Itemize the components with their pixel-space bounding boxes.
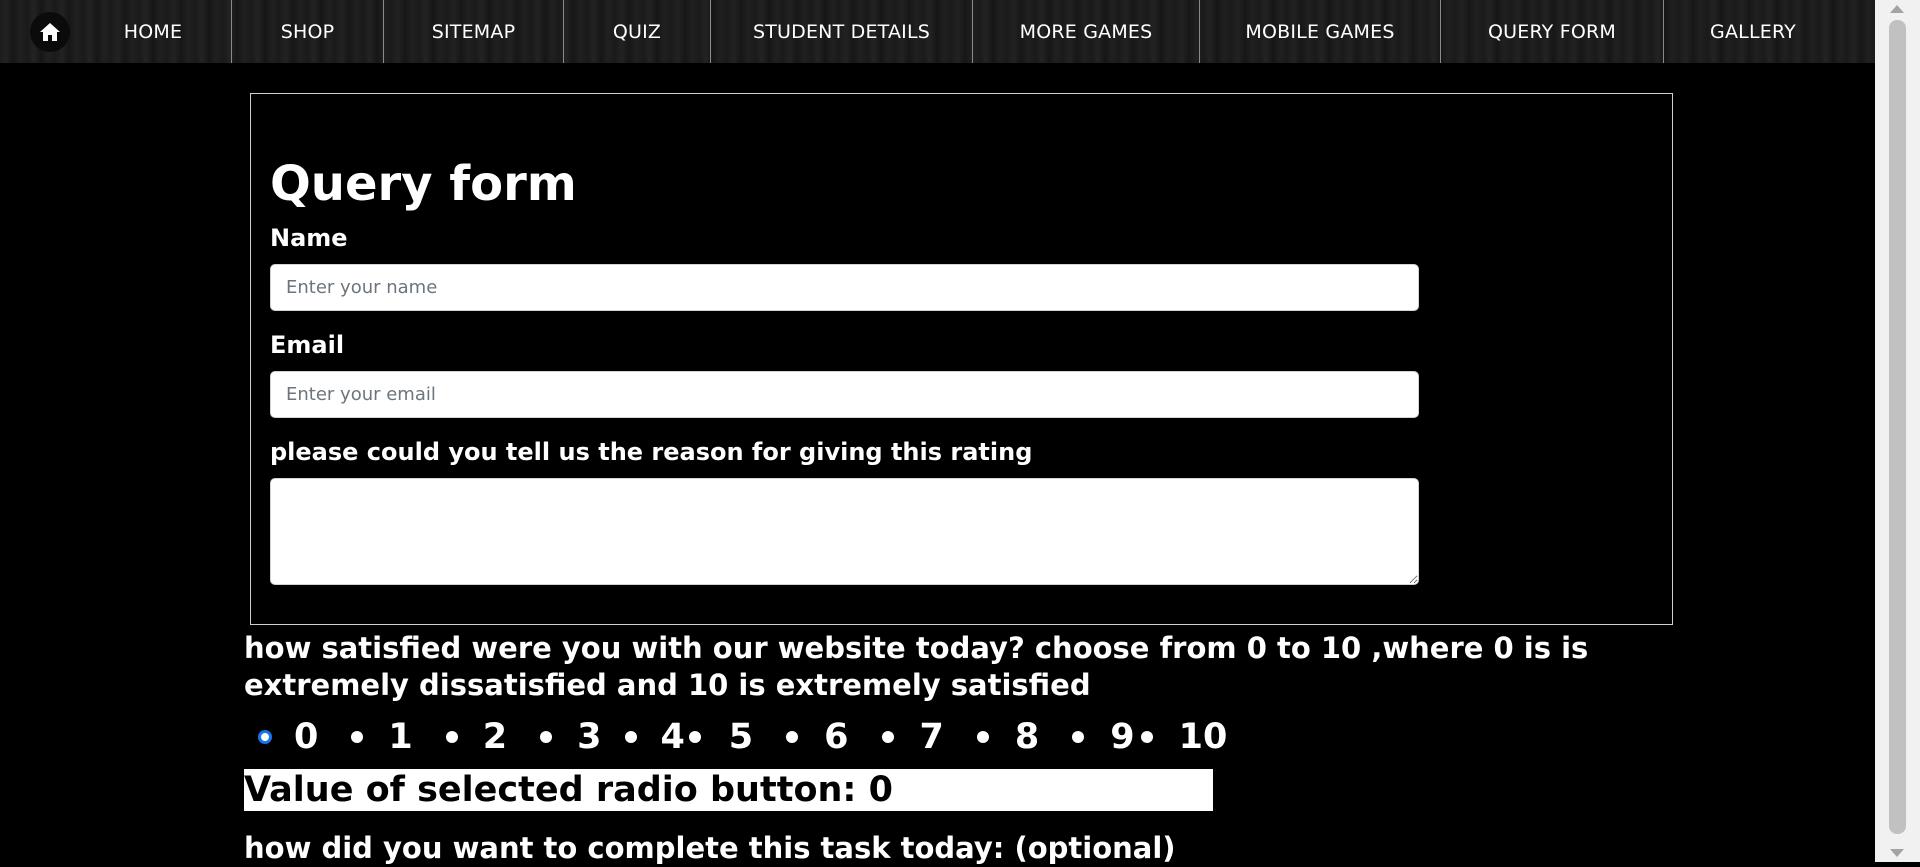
rating-radio-1[interactable] (351, 731, 364, 743)
rating-label-9: 9 (1110, 717, 1135, 757)
scrollbar-thumb[interactable] (1889, 20, 1906, 834)
nav-item-label: STUDENT DETAILS (752, 20, 931, 43)
nav-item-label: SITEMAP (431, 20, 516, 43)
rating-radio-8[interactable] (976, 731, 989, 743)
nav-item-mobile-games[interactable]: MOBILE GAMES (1200, 0, 1441, 63)
scroll-down-icon[interactable] (1890, 849, 1904, 857)
top-navigation: HOME SHOP SITEMAP QUIZ STUDENT DETAILS M… (0, 0, 1875, 63)
rating-radio-2[interactable] (445, 731, 458, 743)
nav-home-container (24, 0, 75, 63)
nav-item-label: QUERY FORM (1488, 20, 1616, 43)
rating-label-3: 3 (577, 717, 602, 757)
rating-radio-10[interactable] (1140, 731, 1153, 743)
rating-label-6: 6 (824, 717, 849, 757)
nav-item-label: GALLERY (1710, 20, 1796, 43)
rating-label-4: 4 (660, 717, 685, 757)
name-label: Name (270, 224, 348, 252)
vertical-scrollbar[interactable] (1875, 0, 1920, 862)
rating-radio-9[interactable] (1072, 731, 1085, 743)
rating-radio-4[interactable] (625, 731, 638, 743)
rating-label-8: 8 (1014, 717, 1040, 757)
nav-item-home[interactable]: HOME (75, 0, 232, 63)
rating-radio-3[interactable] (540, 731, 553, 743)
email-input[interactable] (270, 371, 1419, 418)
home-button[interactable] (29, 11, 70, 52)
nav-item-shop[interactable]: SHOP (232, 0, 384, 63)
rating-label-10: 10 (1178, 717, 1228, 757)
name-input[interactable] (270, 264, 1419, 311)
email-label: Email (270, 331, 345, 359)
nav-item-label: HOME (123, 20, 183, 43)
satisfaction-question: how satisfied were you with our website … (244, 631, 1589, 702)
rating-radio-5[interactable] (688, 731, 701, 743)
nav-item-more-games[interactable]: MORE GAMES (973, 0, 1200, 63)
rating-label-5: 5 (728, 717, 754, 757)
nav-item-query-form[interactable]: QUERY FORM (1441, 0, 1664, 63)
nav-item-label: MORE GAMES (1019, 20, 1153, 43)
task-question: how did you want to complete this task t… (244, 831, 1176, 865)
nav-item-sitemap[interactable]: SITEMAP (384, 0, 564, 63)
nav-item-student-details[interactable]: STUDENT DETAILS (711, 0, 973, 63)
rating-radio-group: 0 1 2 3 4 5 6 7 8 9 10 (258, 712, 1227, 762)
query-form-container: Query form Name Email please could you t… (250, 93, 1673, 625)
rating-label-0: 0 (294, 717, 319, 757)
nav-item-gallery[interactable]: GALLERY (1664, 0, 1842, 63)
rating-label-2: 2 (482, 717, 508, 757)
scroll-up-icon[interactable] (1890, 5, 1904, 13)
nav-item-quiz[interactable]: QUIZ (564, 0, 711, 63)
rating-label-1: 1 (388, 717, 413, 757)
rating-radio-6[interactable] (786, 731, 799, 743)
rating-label-7: 7 (919, 717, 944, 757)
reason-textarea[interactable] (270, 478, 1419, 585)
page-title: Query form (270, 156, 577, 212)
nav-item-label: SHOP (280, 20, 335, 43)
rating-radio-7[interactable] (881, 731, 894, 743)
nav-item-label: QUIZ (612, 20, 662, 43)
nav-item-label: MOBILE GAMES (1245, 20, 1395, 43)
rating-radio-0[interactable] (258, 730, 272, 744)
reason-label: please could you tell us the reason for … (270, 438, 1033, 466)
selected-value-display: Value of selected radio button: 0 (244, 769, 1213, 811)
home-icon (39, 22, 60, 41)
